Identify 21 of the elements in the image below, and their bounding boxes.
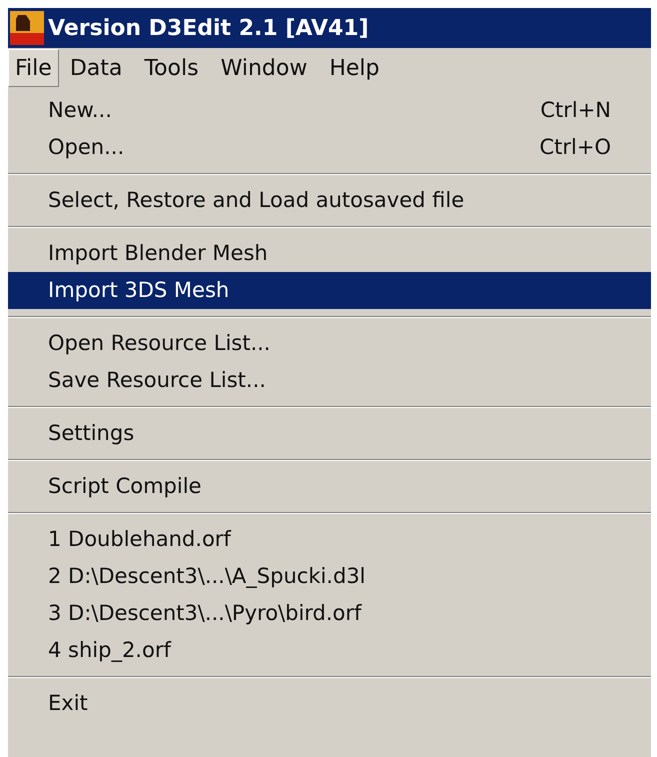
menu-item[interactable]: 3 D:\Descent3\...\Pyro\bird.orf: [8, 595, 651, 632]
menu-item[interactable]: Exit: [8, 685, 651, 722]
menu-item[interactable]: 2 D:\Descent3\...\A_Spucki.d3l: [8, 558, 651, 595]
menu-item[interactable]: Open Resource List...: [8, 325, 651, 362]
menu-item[interactable]: 4 ship_2.orf: [8, 632, 651, 669]
menu-item[interactable]: 1 Doublehand.orf: [8, 521, 651, 558]
menu-item[interactable]: Import 3DS Mesh: [8, 272, 651, 309]
menu-item[interactable]: Save Resource List...: [8, 362, 651, 399]
menu-item[interactable]: Import Blender Mesh: [8, 235, 651, 272]
menu-bar-item[interactable]: File: [8, 49, 59, 87]
menu-bar-item[interactable]: Data: [58, 49, 134, 87]
menu-item[interactable]: Select, Restore and Load autosaved file: [8, 182, 651, 219]
menu-item[interactable]: Settings: [8, 415, 651, 452]
menu-item[interactable]: Open... Ctrl+O: [8, 129, 651, 166]
menu-item[interactable]: New... Ctrl+N: [8, 92, 651, 129]
menu-bar-item[interactable]: Tools: [133, 49, 210, 87]
app-logo-icon: [10, 11, 44, 45]
menu-bar-item[interactable]: Window: [210, 49, 318, 87]
menu-item[interactable]: Script Compile: [8, 468, 651, 505]
window-title: Version D3Edit 2.1 [AV41]: [48, 14, 369, 42]
menu-bar-item[interactable]: Help: [318, 49, 390, 87]
